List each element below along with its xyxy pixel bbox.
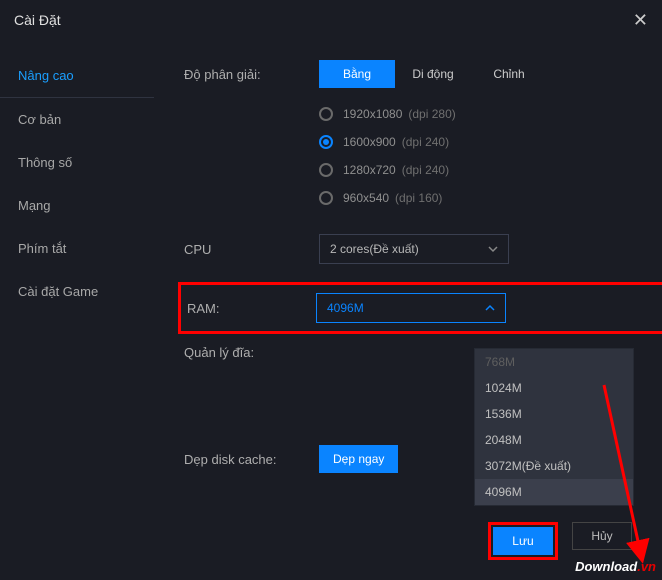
radio-icon [319, 107, 333, 121]
close-icon[interactable]: ✕ [633, 10, 648, 31]
ram-label: RAM: [187, 301, 316, 316]
chevron-down-icon [488, 244, 498, 254]
save-highlight: Lưu [488, 522, 558, 560]
sidebar-item-params[interactable]: Thông số [0, 141, 154, 184]
ram-option-4096[interactable]: 4096M [475, 479, 633, 505]
watermark: Download.vn [575, 559, 656, 574]
ram-highlight: RAM: 4096M [178, 282, 662, 334]
sidebar-item-advanced[interactable]: Nâng cao [0, 54, 154, 98]
sidebar: Nâng cao Cơ bản Thông số Mạng Phím tắt C… [0, 40, 154, 580]
ram-dropdown: 768M 1024M 1536M 2048M 3072M(Đề xuất) 40… [474, 348, 634, 506]
res-960[interactable]: 960x540(dpi 160) [319, 184, 632, 212]
ram-value: 4096M [327, 301, 364, 315]
ram-option-768[interactable]: 768M [475, 349, 633, 375]
cancel-button[interactable]: Hủy [572, 522, 632, 550]
save-button[interactable]: Lưu [493, 527, 553, 555]
content-panel: Độ phân giải: Bằng Di động Chỉnh 1920x10… [154, 40, 662, 580]
dep-now-button[interactable]: Dẹp ngay [319, 445, 398, 473]
ram-option-3072[interactable]: 3072M(Đề xuất) [475, 453, 633, 479]
ram-option-1536[interactable]: 1536M [475, 401, 633, 427]
radio-icon [319, 135, 333, 149]
resolution-label: Độ phân giải: [184, 67, 319, 82]
radio-icon [319, 163, 333, 177]
ram-option-2048[interactable]: 2048M [475, 427, 633, 453]
tab-mobile[interactable]: Di động [395, 60, 471, 88]
cpu-select[interactable]: 2 cores(Đề xuất) [319, 234, 509, 264]
cpu-value: 2 cores(Đề xuất) [330, 242, 419, 256]
ram-row: RAM: 4096M [187, 293, 662, 323]
dep-label: Dẹp disk cache: [184, 452, 319, 467]
res-1920[interactable]: 1920x1080(dpi 280) [319, 100, 632, 128]
cpu-row: CPU 2 cores(Đề xuất) [184, 234, 632, 264]
chevron-up-icon [485, 303, 495, 313]
sidebar-item-game[interactable]: Cài đặt Game [0, 270, 154, 313]
radio-icon [319, 191, 333, 205]
ram-option-1024[interactable]: 1024M [475, 375, 633, 401]
titlebar: Cài Đặt ✕ [0, 0, 662, 40]
window-title: Cài Đặt [14, 12, 61, 28]
tab-equal[interactable]: Bằng [319, 60, 395, 88]
res-1600[interactable]: 1600x900(dpi 240) [319, 128, 632, 156]
res-1280[interactable]: 1280x720(dpi 240) [319, 156, 632, 184]
ram-select[interactable]: 4096M [316, 293, 506, 323]
main: Nâng cao Cơ bản Thông số Mạng Phím tắt C… [0, 40, 662, 580]
resolution-row: Độ phân giải: Bằng Di động Chỉnh [184, 60, 632, 88]
resolution-options: 1920x1080(dpi 280) 1600x900(dpi 240) 128… [319, 100, 632, 212]
sidebar-item-shortcuts[interactable]: Phím tắt [0, 227, 154, 270]
disk-label: Quản lý đĩa: [184, 345, 319, 360]
cpu-label: CPU [184, 242, 319, 257]
resolution-tabs: Bằng Di động Chỉnh [319, 60, 547, 88]
action-bar: Lưu Hủy [488, 522, 632, 560]
sidebar-item-network[interactable]: Mạng [0, 184, 154, 227]
tab-custom[interactable]: Chỉnh [471, 60, 547, 88]
sidebar-item-basic[interactable]: Cơ bản [0, 98, 154, 141]
